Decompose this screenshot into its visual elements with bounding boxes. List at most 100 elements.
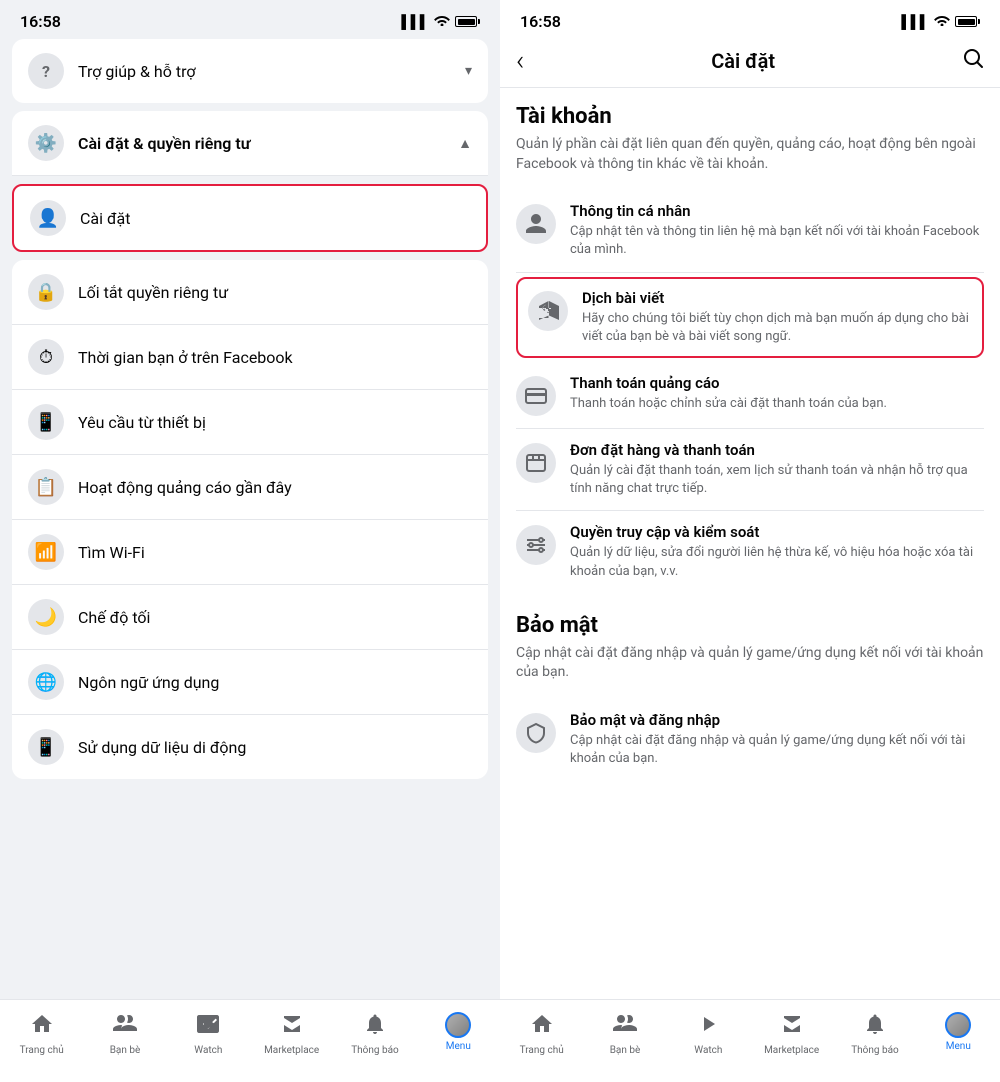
right-friends-icon [612, 1012, 638, 1042]
dark-mode-item[interactable]: 🌙 Chế độ tối [12, 585, 488, 650]
dich-bai-viet-item-highlighted[interactable]: Dịch bài viết Hãy cho chúng tôi biết tùy… [516, 277, 984, 358]
person-icon [516, 204, 556, 244]
watch-icon [196, 1012, 220, 1042]
left-nav-notifications[interactable]: Thông báo [333, 1008, 416, 1060]
globe-icon: 🌐 [28, 664, 64, 700]
help-item[interactable]: ? Trợ giúp & hỗ trợ ▾ [12, 39, 488, 103]
tai-khoan-section: Tài khoản Quản lý phần cài đặt liên quan… [516, 104, 984, 593]
left-status-bar: 16:58 ▌▌▌ [0, 0, 500, 39]
signal-icon: ▌▌▌ [401, 14, 429, 30]
clock-icon: ⏱ [28, 339, 64, 375]
right-bottom-nav: Trang chủ Bạn bè Watch Marketplace Thông… [500, 999, 1000, 1082]
thong-tin-ca-nhan-item[interactable]: Thông tin cá nhân Cập nhật tên và thông … [516, 190, 984, 272]
bao-mat-section: Bảo mật Cập nhật cài đặt đăng nhập và qu… [516, 613, 984, 781]
right-status-bar: 16:58 ▌▌▌ [500, 0, 1000, 39]
mobile-icon: 📱 [28, 404, 64, 440]
settings-chevron-up: ▲ [458, 135, 472, 152]
left-bottom-nav: Trang chủ Bạn bè Watch Marketplace Thông… [0, 999, 500, 1082]
notifications-label: Thông báo [351, 1045, 399, 1056]
tai-khoan-title: Tài khoản [516, 104, 984, 129]
right-home-icon [530, 1012, 554, 1042]
bao-mat-dang-nhap-item[interactable]: Bảo mật và đăng nhập Cập nhật cài đặt đă… [516, 699, 984, 780]
right-panel: 16:58 ▌▌▌ ‹ Cài đặt [500, 0, 1000, 1082]
right-nav-home[interactable]: Trang chủ [500, 1008, 583, 1060]
cai-dat-highlighted[interactable]: 👤 Cài đặt [12, 184, 488, 252]
right-bell-icon [864, 1012, 886, 1042]
thanh-toan-qc-desc: Thanh toán hoặc chỉnh sửa cài đặt thanh … [570, 395, 984, 413]
left-nav-home[interactable]: Trang chủ [0, 1008, 83, 1060]
wifi-item-icon: 📶 [28, 534, 64, 570]
bao-mat-desc: Cập nhật cài đặt đăng nhập và quản lý ga… [516, 644, 984, 683]
watch-label: Watch [194, 1045, 222, 1056]
thanh-toan-qc-item[interactable]: Thanh toán quảng cáo Thanh toán hoặc chỉ… [516, 362, 984, 429]
dich-bai-viet-content: Dịch bài viết Hãy cho chúng tôi biết tùy… [582, 289, 972, 346]
bao-mat-dang-nhap-title: Bảo mật và đăng nhập [570, 711, 984, 729]
left-nav-watch[interactable]: Watch [167, 1008, 250, 1060]
wifi-label: Tìm Wi-Fi [78, 543, 472, 562]
language-item[interactable]: 🌐 Ngôn ngữ ứng dụng [12, 650, 488, 715]
cai-dat-item[interactable]: 👤 Cài đặt [14, 186, 486, 250]
right-home-label: Trang chủ [520, 1045, 564, 1056]
battery-icon [455, 16, 480, 27]
help-icon: ? [28, 53, 64, 89]
home-icon [30, 1012, 54, 1042]
right-menu-avatar [945, 1012, 971, 1038]
right-nav-notifications[interactable]: Thông báo [833, 1008, 916, 1060]
quyen-truy-cap-item[interactable]: Quyền truy cập và kiểm soát Quản lý dữ l… [516, 511, 984, 592]
time-on-fb-label: Thời gian bạn ở trên Facebook [78, 348, 472, 367]
thong-tin-ca-nhan-content: Thông tin cá nhân Cập nhật tên và thông … [570, 202, 984, 259]
quyen-truy-cap-title: Quyền truy cập và kiểm soát [570, 523, 984, 541]
bell-icon [364, 1012, 386, 1042]
friends-icon [112, 1012, 138, 1042]
right-nav-marketplace[interactable]: Marketplace [750, 1008, 833, 1060]
device-request-item[interactable]: 📱 Yêu cầu từ thiết bị [12, 390, 488, 455]
don-dat-hang-item[interactable]: Đơn đặt hàng và thanh toán Quản lý cài đ… [516, 429, 984, 511]
quyen-truy-cap-desc: Quản lý dữ liệu, sửa đổi người liên hệ t… [570, 544, 984, 580]
right-scroll-content: Tài khoản Quản lý phần cài đặt liên quan… [500, 88, 1000, 999]
search-button[interactable] [962, 47, 984, 75]
data-usage-item[interactable]: 📱 Sử dụng dữ liệu di động [12, 715, 488, 779]
right-nav-menu[interactable]: Menu [917, 1008, 1000, 1056]
help-section: ? Trợ giúp & hỗ trợ ▾ [12, 39, 488, 103]
dark-mode-label: Chế độ tối [78, 608, 472, 627]
right-header-title: Cài đặt [711, 49, 775, 73]
ad-activity-item[interactable]: 📋 Hoạt động quảng cáo gần đây [12, 455, 488, 520]
dich-bai-viet-title: Dịch bài viết [582, 289, 972, 307]
shield-icon [516, 713, 556, 753]
bao-mat-dang-nhap-content: Bảo mật và đăng nhập Cập nhật cài đặt đă… [570, 711, 984, 768]
back-button[interactable]: ‹ [516, 47, 524, 75]
translate-icon [528, 291, 568, 331]
right-nav-friends[interactable]: Bạn bè [583, 1008, 666, 1060]
data-icon: 📱 [28, 729, 64, 765]
right-watch-icon [696, 1012, 720, 1042]
marketplace-icon [280, 1012, 304, 1042]
left-nav-marketplace[interactable]: Marketplace [250, 1008, 333, 1060]
left-nav-friends[interactable]: Bạn bè [83, 1008, 166, 1060]
ad-activity-label: Hoạt động quảng cáo gần đây [78, 478, 472, 497]
settings-header[interactable]: ⚙️ Cài đặt & quyền riêng tư ▲ [12, 111, 488, 176]
settings-privacy-section: ⚙️ Cài đặt & quyền riêng tư ▲ 👤 Cài đặt … [12, 111, 488, 779]
data-usage-label: Sử dụng dữ liệu di động [78, 738, 472, 757]
device-request-label: Yêu cầu từ thiết bị [78, 413, 472, 432]
privacy-shortcut-item[interactable]: 🔒 Lối tắt quyền riêng tư [12, 260, 488, 325]
right-nav-watch[interactable]: Watch [667, 1008, 750, 1060]
time-on-fb-item[interactable]: ⏱ Thời gian bạn ở trên Facebook [12, 325, 488, 390]
settings-header-label: Cài đặt & quyền riêng tư [78, 134, 458, 153]
menu-label: Menu [446, 1041, 471, 1052]
left-nav-menu[interactable]: Menu [417, 1008, 500, 1056]
quyen-truy-cap-content: Quyền truy cập và kiểm soát Quản lý dữ l… [570, 523, 984, 580]
friends-label: Bạn bè [110, 1045, 141, 1056]
right-time: 16:58 [520, 12, 561, 31]
right-signal-icon: ▌▌▌ [901, 14, 929, 30]
wifi-item[interactable]: 📶 Tìm Wi-Fi [12, 520, 488, 585]
right-watch-label: Watch [694, 1045, 722, 1056]
thong-tin-ca-nhan-title: Thông tin cá nhân [570, 202, 984, 220]
home-label: Trang chủ [20, 1045, 64, 1056]
thanh-toan-qc-title: Thanh toán quảng cáo [570, 374, 984, 392]
left-status-icons: ▌▌▌ [401, 14, 480, 30]
right-header: ‹ Cài đặt [500, 39, 1000, 88]
lock-icon: 🔒 [28, 274, 64, 310]
don-dat-hang-content: Đơn đặt hàng và thanh toán Quản lý cài đ… [570, 441, 984, 498]
moon-icon: 🌙 [28, 599, 64, 635]
language-label: Ngôn ngữ ứng dụng [78, 673, 472, 692]
